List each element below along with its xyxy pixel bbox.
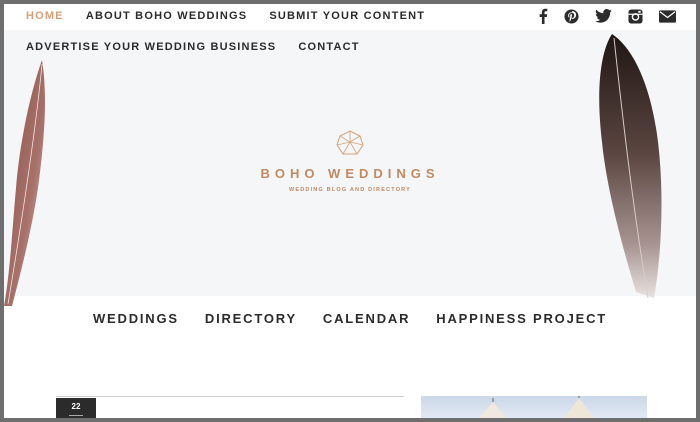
sidebar-featured-image[interactable] [421,396,647,418]
tipi-tents-image [479,396,594,418]
nav-submit-content[interactable]: SUBMIT YOUR CONTENT [269,10,425,22]
post-date-badge: 22 [56,398,96,418]
nav-advertise[interactable]: ADVERTISE YOUR WEDDING BUSINESS [26,41,276,53]
browser-viewport: HOME ABOUT BOHO WEDDINGS SUBMIT YOUR CON… [4,4,696,418]
main-nav-calendar[interactable]: CALENDAR [323,311,410,326]
top-nav-row-2: ADVERTISE YOUR WEDDING BUSINESS CONTACT [26,41,360,53]
nav-home[interactable]: HOME [26,10,64,22]
right-feather-image [599,34,662,299]
post-divider [56,396,404,397]
main-nav-directory[interactable]: DIRECTORY [205,311,297,326]
top-nav-row: HOME ABOUT BOHO WEDDINGS SUBMIT YOUR CON… [26,10,425,22]
main-nav-weddings[interactable]: WEDDINGS [93,311,179,326]
geometric-logo-icon [336,130,364,155]
post-date-month-partial [69,415,83,416]
main-nav-happiness-project[interactable]: HAPPINESS PROJECT [436,311,607,326]
top-navigation: HOME ABOUT BOHO WEDDINGS SUBMIT YOUR CON… [4,4,696,30]
twitter-icon[interactable] [595,9,612,23]
pinterest-icon[interactable] [564,8,579,24]
social-links [538,8,676,24]
facebook-icon[interactable] [538,8,548,24]
nav-about[interactable]: ABOUT BOHO WEDDINGS [86,10,248,22]
main-navigation: WEDDINGS DIRECTORY CALENDAR HAPPINESS PR… [4,296,696,340]
email-icon[interactable] [659,9,676,23]
instagram-icon[interactable] [628,8,643,24]
nav-contact[interactable]: CONTACT [298,41,359,53]
hero-header: BOHO WEDDINGS WEDDING BLOG AND DIRECTORY [4,30,696,306]
post-date-day: 22 [71,402,81,411]
